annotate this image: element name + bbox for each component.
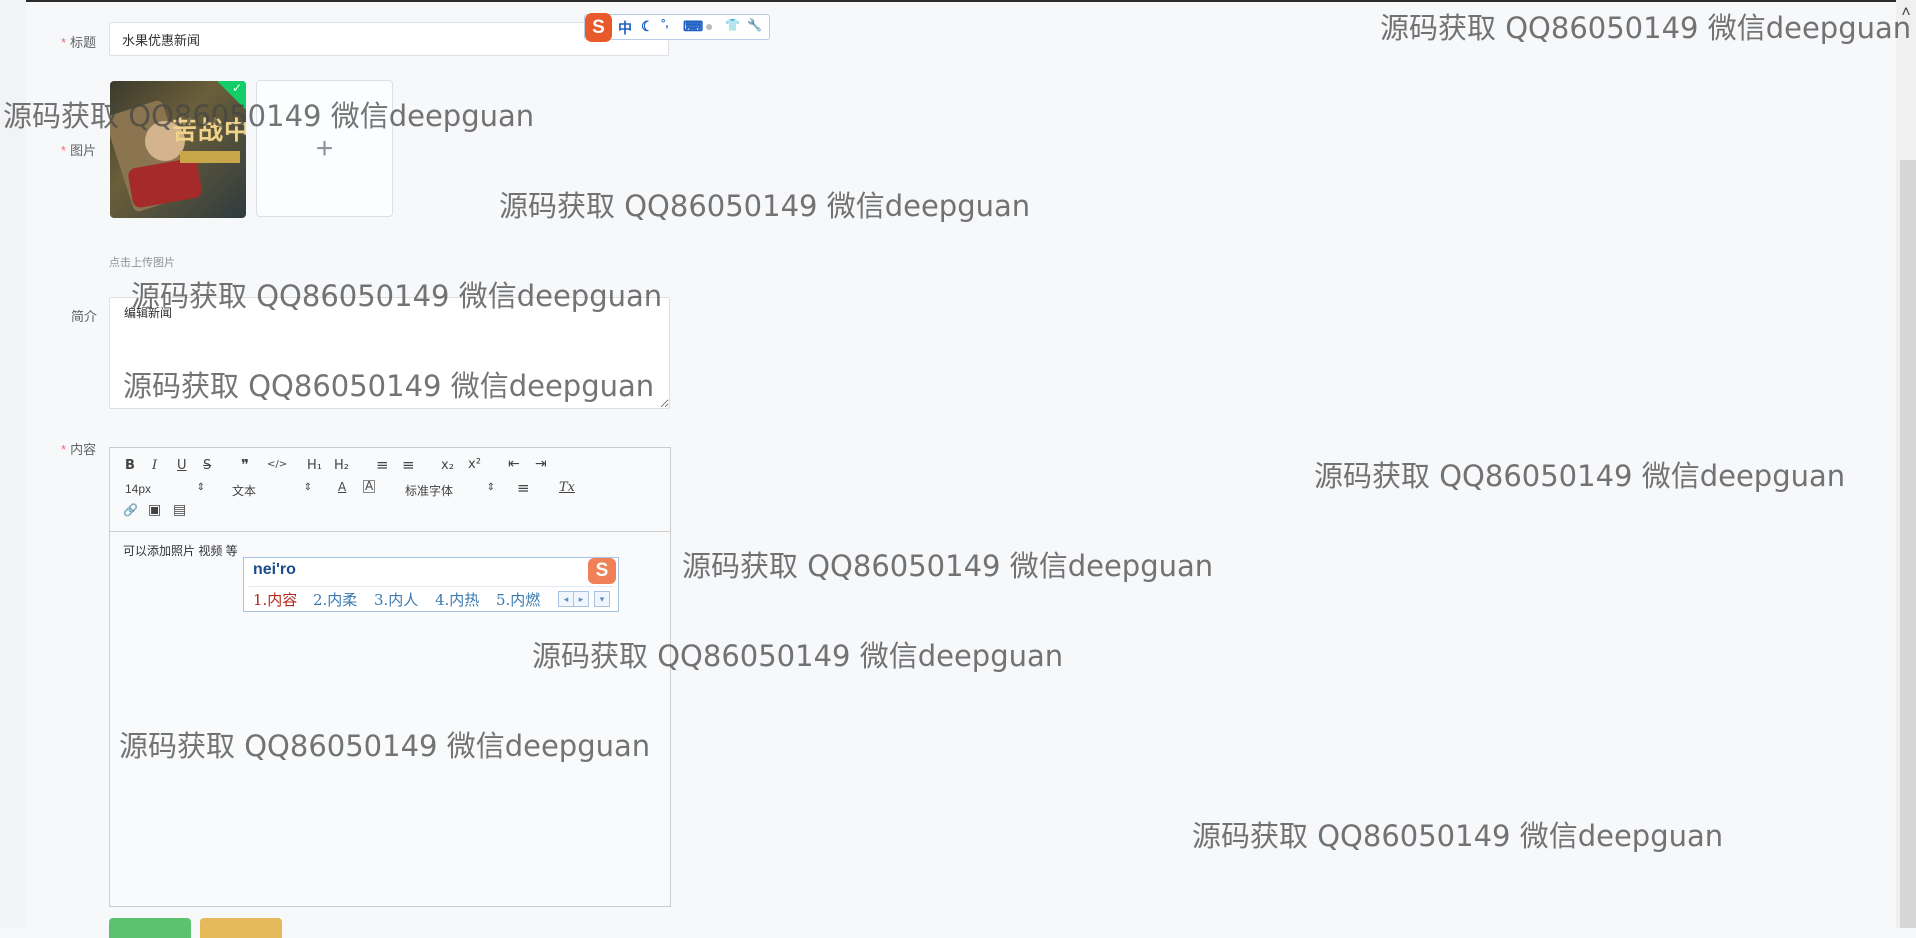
- watermark: 源码获取 QQ86050149 微信deepguan: [1314, 459, 1846, 493]
- ime-candidate[interactable]: 1.内容: [253, 589, 297, 610]
- submit-button[interactable]: [109, 918, 191, 938]
- expand-icon[interactable]: ▾: [594, 591, 610, 607]
- upload-image-button[interactable]: +: [256, 80, 393, 217]
- bullet-list-button[interactable]: ≡: [402, 456, 415, 474]
- content-label: * 内容: [61, 442, 97, 457]
- link-button[interactable]: 🔗: [123, 503, 138, 517]
- scrollbar-thumb[interactable]: [1900, 160, 1916, 928]
- sogou-logo-icon: S: [588, 558, 616, 584]
- ime-candidate[interactable]: 4.内热: [435, 589, 479, 610]
- cancel-button[interactable]: [200, 918, 282, 938]
- ime-candidate[interactable]: 5.内燃: [496, 589, 540, 610]
- indent-button[interactable]: ⇥: [535, 456, 547, 472]
- ordered-list-button[interactable]: ≡: [376, 456, 389, 474]
- block-type-value: 文本: [232, 484, 257, 498]
- ime-status-bar: S 中 ☾ °, ⌨ ● 👕 🔧: [584, 13, 770, 42]
- superscript-button[interactable]: x²: [468, 457, 481, 472]
- keyboard-icon[interactable]: ⌨: [683, 18, 703, 35]
- rich-text-editor: B I U S ❞ </> H₁ H₂ ≡ ≡ x₂ x² ⇤ ⇥ 14px ⇕…: [109, 447, 671, 907]
- chevron-updown-icon: ⇕: [196, 482, 205, 493]
- ime-composition: nei'ro: [253, 561, 296, 578]
- desc-label: 简介: [71, 309, 98, 324]
- scroll-up-icon[interactable]: ˄: [1899, 5, 1913, 21]
- font-size-value: 14px: [125, 482, 152, 496]
- watermark: 源码获取 QQ86050149 微信deepguan: [1380, 11, 1912, 45]
- prev-page-icon[interactable]: ◂: [558, 591, 574, 607]
- font-size-picker[interactable]: 14px ⇕: [125, 482, 205, 496]
- skin-icon[interactable]: 👕: [725, 18, 740, 32]
- chevron-updown-icon: ⇕: [303, 482, 312, 493]
- watermark: 源码获取 QQ86050149 微信deepguan: [499, 189, 1031, 223]
- uploaded-image-thumbnail[interactable]: 苦战中考 ✓: [110, 81, 246, 218]
- watermark: 源码获取 QQ86050149 微信deepguan: [1192, 819, 1724, 853]
- desc-textarea[interactable]: 编辑新闻: [109, 297, 670, 409]
- next-page-icon[interactable]: ▸: [573, 591, 589, 607]
- chinese-mode-button[interactable]: 中: [618, 18, 632, 38]
- blockquote-button[interactable]: ❞: [241, 456, 249, 474]
- italic-button[interactable]: I: [152, 458, 157, 473]
- ime-candidate[interactable]: 3.内人: [374, 589, 418, 610]
- align-button[interactable]: ≡: [517, 479, 530, 497]
- outdent-button[interactable]: ⇤: [508, 456, 520, 472]
- left-edge: [0, 0, 26, 928]
- strike-button[interactable]: S: [203, 458, 211, 473]
- video-button[interactable]: ▤: [173, 502, 186, 518]
- top-border: [0, 0, 1916, 2]
- font-family-value: 标准字体: [405, 484, 454, 498]
- ime-divider: [249, 586, 613, 587]
- ime-candidate[interactable]: 2.内柔: [313, 589, 357, 610]
- sogou-logo-icon[interactable]: S: [585, 13, 612, 42]
- clean-format-button[interactable]: Tx: [559, 480, 575, 495]
- font-family-picker[interactable]: 标准字体 ⇕: [405, 482, 495, 499]
- user-icon[interactable]: ●: [705, 18, 713, 34]
- check-icon: ✓: [231, 81, 242, 95]
- title-label: * 标题: [61, 35, 97, 50]
- header2-button[interactable]: H₂: [334, 458, 349, 473]
- code-block-button[interactable]: </>: [267, 459, 287, 470]
- subscript-button[interactable]: x₂: [441, 458, 454, 473]
- punctuation-icon[interactable]: °,: [661, 18, 668, 30]
- moon-icon[interactable]: ☾: [641, 18, 654, 35]
- chevron-updown-icon: ⇕: [486, 482, 495, 493]
- image-label: * 图片: [61, 143, 97, 158]
- image-button[interactable]: ▣: [148, 502, 161, 518]
- watermark: 源码获取 QQ86050149 微信deepguan: [682, 549, 1214, 583]
- header1-button[interactable]: H₁: [307, 458, 322, 473]
- ime-candidate-window: nei'ro S 1.内容 2.内柔 3.内人 4.内热 5.内燃 ◂ ▸ ▾: [243, 557, 619, 612]
- editor-text: 可以添加照片 视频 等: [123, 544, 238, 558]
- font-color-button[interactable]: A: [338, 480, 346, 494]
- underline-button[interactable]: U: [177, 458, 187, 473]
- upload-tip: 点击上传图片: [109, 257, 175, 269]
- image-art-banner: [180, 151, 240, 163]
- block-type-picker[interactable]: 文本 ⇕: [232, 482, 312, 499]
- background-color-button[interactable]: A: [363, 480, 376, 493]
- image-art-text: 苦战中考: [172, 116, 246, 145]
- bold-button[interactable]: B: [125, 458, 135, 473]
- tools-icon[interactable]: 🔧: [747, 18, 762, 32]
- editor-toolbar: B I U S ❞ </> H₁ H₂ ≡ ≡ x₂ x² ⇤ ⇥ 14px ⇕…: [110, 448, 670, 532]
